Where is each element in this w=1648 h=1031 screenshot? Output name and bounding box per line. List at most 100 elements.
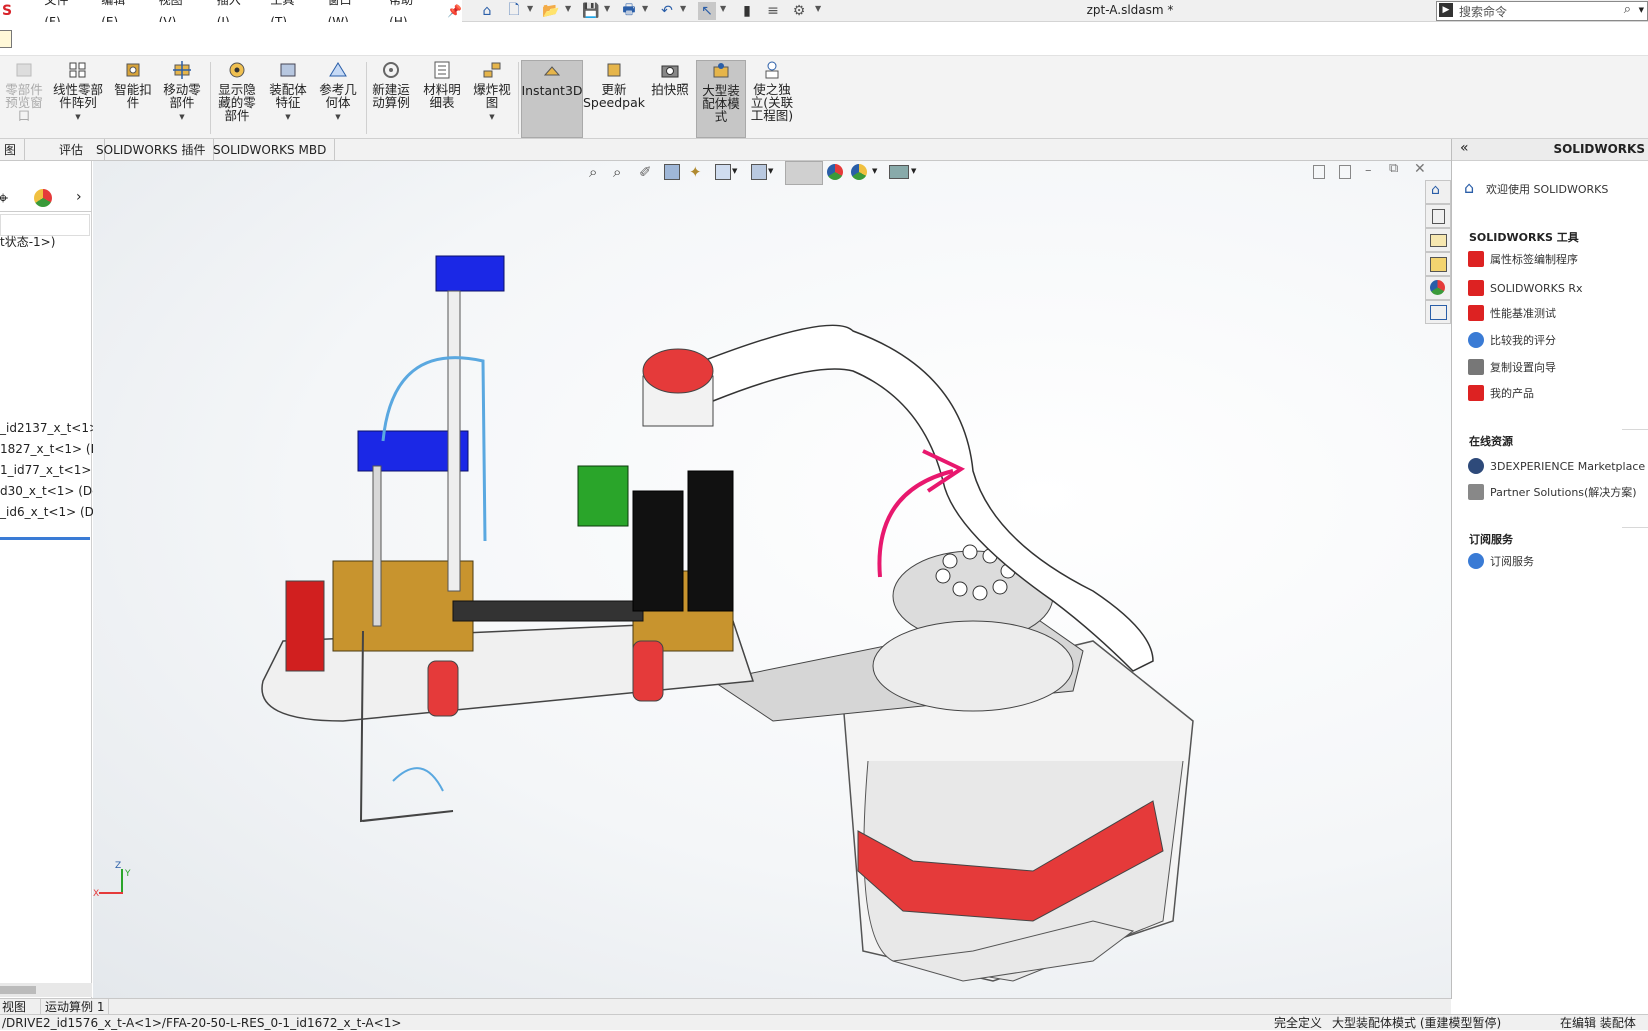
- assembly-model[interactable]: [93, 161, 1451, 999]
- property-tab-builder-icon: [1468, 251, 1484, 267]
- tab-solidworks-resources[interactable]: ⌂: [1425, 180, 1451, 204]
- gripper-assembly[interactable]: [261, 255, 755, 823]
- sketch-icon[interactable]: [0, 30, 12, 48]
- task-pane-tabs: ⌂: [1423, 180, 1451, 340]
- tool-label: SOLIDWORKS Rx: [1490, 281, 1583, 295]
- rollback-bar[interactable]: [0, 537, 90, 540]
- large-assembly-mode-button[interactable]: 大型装 配体模 式: [696, 60, 746, 138]
- welcome-link[interactable]: ⌂ 欢迎使用 SOLIDWORKS: [1464, 180, 1608, 197]
- chevron-right-icon[interactable]: ›: [76, 189, 82, 205]
- tab-design-library[interactable]: [1425, 204, 1451, 228]
- online-header: 在线资源: [1469, 435, 1513, 448]
- pin-icon[interactable]: 📌: [447, 4, 462, 18]
- traffic-light-icon[interactable]: ▮: [738, 2, 756, 20]
- tab-view-palette[interactable]: [1425, 252, 1451, 276]
- preview-window-icon: [16, 63, 32, 77]
- chevron-down-icon[interactable]: ▼: [75, 111, 80, 124]
- home-icon[interactable]: ⌂: [478, 2, 496, 20]
- tab-solidworks-addins[interactable]: SOLIDWORKS 插件: [88, 139, 215, 161]
- tree-config-label[interactable]: t状态-1>): [0, 233, 55, 250]
- chevron-down-icon[interactable]: ▼: [489, 111, 494, 124]
- move-component-button[interactable]: 移动零 部件 ▼: [160, 60, 204, 136]
- undo-icon[interactable]: ↶: [658, 2, 676, 20]
- component-preview-window-button[interactable]: 零部件 预览窗 口: [2, 60, 46, 136]
- gear-icon[interactable]: ⚙: [790, 2, 808, 20]
- subscription-services-link[interactable]: 订阅服务: [1468, 553, 1534, 569]
- subscription-icon: [1468, 553, 1484, 569]
- save-icon[interactable]: 💾: [582, 2, 600, 20]
- marketplace-icon: [1468, 458, 1484, 474]
- show-hidden-components-button[interactable]: 显示隐 藏的零 部件: [214, 60, 260, 136]
- graphics-viewport[interactable]: ⌕ ⌕ ✐ ✦ ▼ ▼ ▼ ▼ – ⧉ ✕ Z Y X: [93, 161, 1451, 999]
- view-palette-icon: [1430, 257, 1447, 272]
- tree-item[interactable]: d30_x_t<1> (De: [0, 484, 100, 498]
- benchmark-icon: [1468, 305, 1484, 321]
- chevron-down-icon[interactable]: ▼: [642, 4, 648, 13]
- chevron-down-icon[interactable]: ▼: [815, 4, 821, 13]
- take-snapshot-button[interactable]: 拍快照: [648, 60, 692, 136]
- collapse-icon[interactable]: «: [1460, 140, 1469, 156]
- chevron-down-icon[interactable]: ▼: [565, 4, 571, 13]
- tool-property-tab-builder[interactable]: 属性标签编制程序: [1468, 251, 1578, 267]
- chevron-down-icon[interactable]: ▼: [680, 4, 686, 13]
- tab-appearances[interactable]: [1425, 276, 1451, 300]
- tab-motion-study-1[interactable]: 运动算例 1: [40, 999, 110, 1015]
- subscription-header: 订阅服务: [1469, 533, 1513, 546]
- tool-performance-benchmark[interactable]: 性能基准测试: [1468, 305, 1556, 321]
- reference-geometry-button[interactable]: 参考几 何体 ▼: [316, 60, 360, 136]
- online-3dexperience-marketplace[interactable]: 3DEXPERIENCE Marketplace: [1468, 458, 1645, 474]
- bill-of-materials-label: 材料明 细表: [423, 82, 461, 110]
- chevron-down-icon[interactable]: ▼: [285, 111, 290, 124]
- chevron-down-icon[interactable]: ▼: [604, 4, 610, 13]
- tool-copy-settings-wizard[interactable]: 复制设置向导: [1468, 359, 1556, 375]
- search-icon[interactable]: ⌕: [1624, 2, 1631, 17]
- make-independent-button[interactable]: 使之独 立(关联 工程图): [748, 60, 796, 136]
- search-commands-box[interactable]: ▶ 搜索命令 ⌕ ▼: [1436, 1, 1648, 21]
- tree-item[interactable]: _id2137_x_t<1>: [0, 421, 99, 435]
- tool-solidworks-rx[interactable]: SOLIDWORKS Rx: [1468, 280, 1583, 296]
- status-path: /DRIVE2_id1576_x_t-A<1>/FFA-20-50-L-RES_…: [2, 1016, 402, 1030]
- tree-item[interactable]: _id6_x_t<1> (De: [0, 505, 101, 519]
- chevron-down-icon[interactable]: ▼: [1639, 6, 1644, 14]
- tab-solidworks-mbd[interactable]: SOLIDWORKS MBD: [205, 139, 336, 161]
- design-library-icon: [1432, 209, 1445, 224]
- tab-file-explorer[interactable]: [1425, 228, 1451, 252]
- tool-my-products[interactable]: 我的产品: [1468, 385, 1534, 401]
- divider: [1622, 527, 1648, 528]
- tab-model-view[interactable]: 视图: [2, 999, 26, 1015]
- select-icon[interactable]: ↖: [698, 2, 716, 20]
- tab-custom-properties[interactable]: [1425, 300, 1451, 324]
- tool-compare-scores[interactable]: 比较我的评分: [1468, 332, 1556, 348]
- chevron-down-icon[interactable]: ▼: [179, 111, 184, 124]
- dimxpert-icon[interactable]: ⌖: [0, 188, 8, 209]
- scrollbar-thumb[interactable]: [0, 986, 36, 994]
- display-manager-icon[interactable]: [34, 189, 52, 207]
- bill-of-materials-button[interactable]: 材料明 细表: [420, 60, 464, 136]
- file-properties-icon[interactable]: ≡: [764, 2, 782, 20]
- chevron-down-icon[interactable]: ▼: [720, 4, 726, 13]
- chevron-down-icon[interactable]: ▼: [527, 4, 533, 13]
- print-icon[interactable]: 🖶: [620, 2, 638, 20]
- robot-z-axis[interactable]: [642, 348, 714, 427]
- instant3d-button[interactable]: Instant3D: [521, 60, 583, 138]
- feature-manager-tabs: ⌖ ›: [0, 185, 92, 212]
- assembly-features-button[interactable]: 装配体 特征 ▼: [266, 60, 310, 136]
- folder-icon: [1430, 234, 1447, 247]
- online-partner-solutions[interactable]: Partner Solutions(解决方案): [1468, 484, 1637, 500]
- exploded-view-button[interactable]: 爆炸视 图 ▼: [470, 60, 514, 136]
- new-document-icon[interactable]: 🗋: [505, 2, 523, 20]
- tab-view[interactable]: 图: [0, 139, 26, 161]
- update-speedpak-button[interactable]: 更新 Speedpak: [583, 60, 645, 136]
- horizontal-scrollbar[interactable]: [0, 983, 92, 997]
- search-input[interactable]: 搜索命令: [1459, 3, 1507, 20]
- chevron-down-icon[interactable]: ▼: [335, 111, 340, 124]
- open-icon[interactable]: 📂: [542, 2, 560, 20]
- new-motion-study-button[interactable]: 新建运 动算例: [368, 60, 414, 136]
- tree-item[interactable]: 1827_x_t<1> (D: [0, 442, 100, 456]
- smart-fasteners-button[interactable]: 智能扣 件: [112, 60, 154, 136]
- solidworks-logo[interactable]: S: [0, 3, 19, 19]
- linear-pattern-button[interactable]: 线性零部 件阵列 ▼: [50, 60, 106, 136]
- status-mode[interactable]: 大型装配体模式 (重建模型暂停): [1332, 1015, 1501, 1031]
- tree-item[interactable]: 1_id77_x_t<1> (: [0, 463, 100, 477]
- tool-label: 性能基准测试: [1490, 307, 1556, 320]
